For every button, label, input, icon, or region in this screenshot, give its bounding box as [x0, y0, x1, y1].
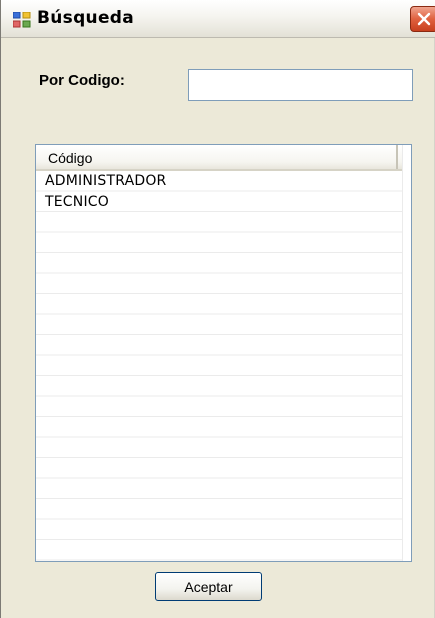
title-bar[interactable]: Búsqueda	[1, 0, 435, 38]
close-x-icon	[417, 12, 431, 26]
column-header-codigo[interactable]: Código	[36, 145, 398, 169]
list-item[interactable]: ADMINISTRADOR	[36, 171, 402, 192]
codigo-input[interactable]	[188, 69, 413, 101]
form-window-icon	[13, 12, 31, 28]
list-item[interactable]: TECNICO	[36, 192, 402, 213]
column-separator	[402, 145, 403, 561]
codigo-label: Por Codigo:	[39, 72, 125, 89]
listview-rows: ADMINISTRADOR TECNICO	[36, 171, 402, 561]
column-header-codigo-label: Código	[48, 150, 93, 166]
accept-button[interactable]: Aceptar	[155, 572, 262, 601]
window-title: Búsqueda	[37, 8, 135, 28]
results-listview[interactable]: Código ADMINISTRADOR TECNICO	[35, 144, 412, 562]
close-button[interactable]	[410, 6, 435, 32]
busqueda-dialog: Búsqueda Por Codigo: Código ADMINISTRADO…	[0, 0, 435, 618]
listview-header: Código	[36, 145, 402, 171]
